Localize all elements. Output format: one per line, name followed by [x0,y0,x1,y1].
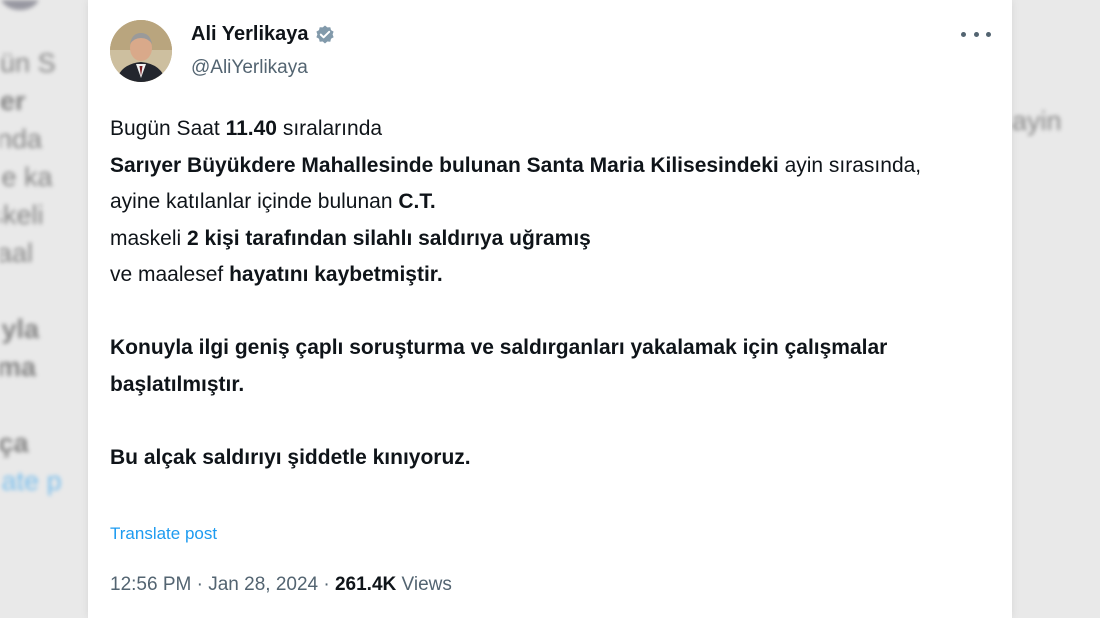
verified-badge-icon [314,24,336,46]
text-span: ve maalesef [110,263,230,286]
author-name[interactable]: Ali Yerlikaya [191,23,309,46]
post-time[interactable]: 12:56 PM [110,574,191,595]
post-line: ve maalesef hayatını kaybetmiştir. [110,257,1000,294]
avatar[interactable] [110,20,172,82]
bold-span: 11.40 [225,117,277,140]
text-span: maskeli [110,226,188,250]
bg-avatar [0,0,40,10]
text-span: sıralarında [277,117,383,140]
author-handle[interactable]: @AliYerlikaya [191,57,308,79]
avatar-image [110,20,172,82]
bold-span: C.T. [398,190,436,213]
views-count: 261.4K [334,574,397,595]
bold-span: 2 kişi tarafından silahlı saldırıya uğra… [187,226,591,250]
separator: · [318,574,335,595]
text-span: Bugün Saat [110,117,226,140]
post-date[interactable]: Jan 28, 2024 [208,574,318,595]
dot [973,31,979,37]
post-paragraph: Konuyla ilgi geniş çaplı soruşturma ve s… [110,330,1000,403]
bold-span: Konuyla ilgi geniş çaplı soruşturma ve s… [110,336,888,396]
author-row: Ali Yerlikaya [191,23,336,46]
bold-span: Bu alçak saldırıyı şiddetle kınıyoruz. [110,445,471,469]
post-line: maskeli 2 kişi tarafından silahlı saldır… [110,221,1000,258]
post-line: Sarıyer Büyükdere Mahallesinde bulunan S… [110,148,1000,185]
views-label: Views [396,574,452,595]
post-line: Bugün Saat 11.40 sıralarında [110,111,1000,148]
post-paragraph: Bu alçak saldırıyı şiddetle kınıyoruz. [110,440,1000,477]
translate-post-link[interactable]: Translate post [110,524,217,544]
bold-span: hayatını kaybetmiştir. [229,263,443,286]
post-text: Bugün Saat 11.40 sıralarında Sarıyer Büy… [110,111,1000,476]
dot [961,31,966,37]
tweet-card: Ali Yerlikaya @AliYerlikaya Bugün Saat 1… [88,0,1012,618]
bold-span: Sarıyer Büyükdere Mahallesinde bulunan S… [110,153,779,177]
post-line: ayine katılanlar içinde bulunan C.T. [110,184,1000,221]
dot [986,31,991,37]
text-span: ayine katılanlar içinde bulunan [110,190,399,213]
separator: · [191,574,209,595]
more-options-icon[interactable] [961,22,991,46]
text-span: ayin sırasında, [778,153,922,177]
post-meta: 12:56 PM · Jan 28, 2024 · 261.4K Views [110,574,452,596]
